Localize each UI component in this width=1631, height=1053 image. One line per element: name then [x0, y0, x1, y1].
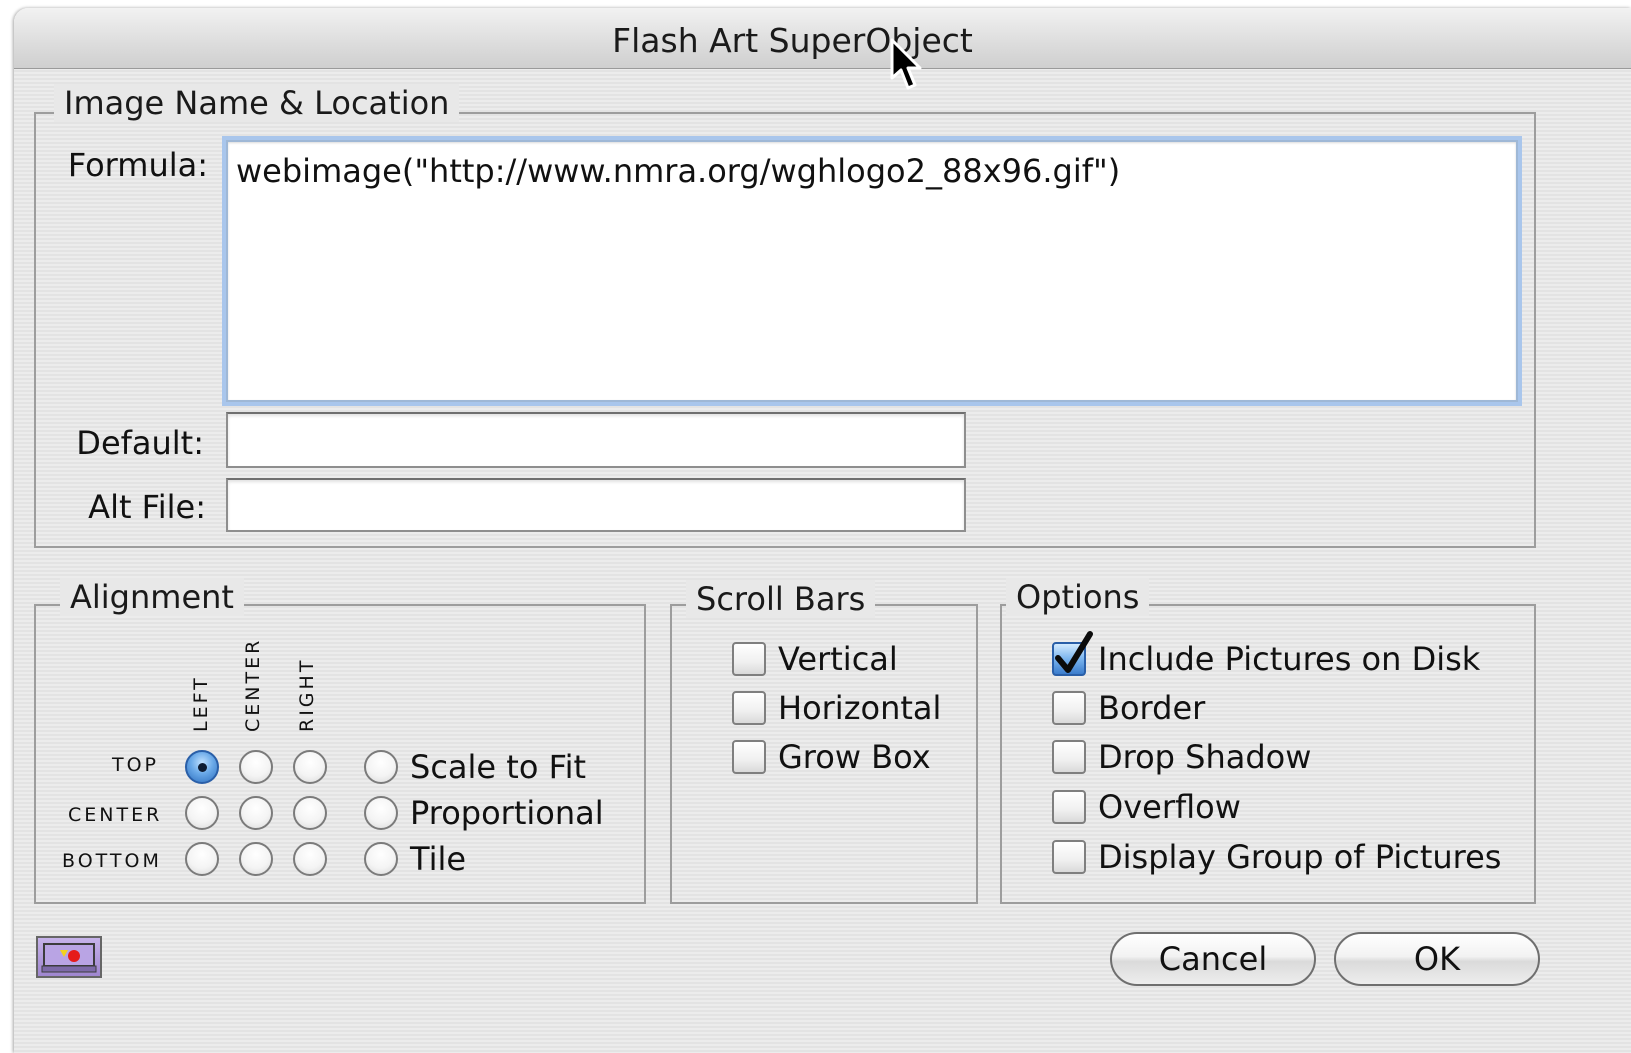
include-pictures-checkbox[interactable] [1052, 631, 1093, 676]
formula-label: Formula: [67, 146, 208, 184]
align-center-left-radio[interactable] [185, 796, 219, 830]
drop-shadow-label[interactable]: Drop Shadow [1098, 738, 1311, 776]
window-title: Flash Art SuperObject [612, 21, 973, 60]
tile-radio[interactable] [364, 842, 398, 876]
alignment-title: Alignment [60, 578, 244, 616]
tile-label[interactable]: Tile [410, 840, 466, 878]
altfile-label: Alt File: [88, 488, 206, 526]
picture-icon-graphic [41, 943, 97, 973]
align-bottom-left-radio[interactable] [185, 842, 219, 876]
options-title: Options [1006, 578, 1150, 616]
default-label: Default: [76, 424, 204, 462]
display-group-checkbox[interactable] [1052, 840, 1086, 874]
default-field[interactable] [226, 412, 966, 468]
overflow-label[interactable]: Overflow [1098, 788, 1241, 826]
vertical-label[interactable]: Vertical [778, 640, 898, 678]
align-center-center-radio[interactable] [239, 796, 273, 830]
row-label-bottom: BOTTOM [62, 850, 162, 872]
column-label-center: CENTER [242, 637, 264, 732]
grow-box-label[interactable]: Grow Box [778, 738, 931, 776]
horizontal-checkbox[interactable] [732, 691, 766, 725]
horizontal-label[interactable]: Horizontal [778, 689, 941, 727]
vertical-checkbox[interactable] [732, 642, 766, 676]
include-pictures-label[interactable]: Include Pictures on Disk [1098, 640, 1480, 678]
title-bar[interactable]: Flash Art SuperObject [14, 8, 1631, 69]
arrow-cursor-icon [890, 38, 922, 90]
altfile-field[interactable] [226, 478, 966, 532]
row-label-top: TOP [112, 754, 160, 776]
column-label-right: RIGHT [296, 657, 318, 732]
dialog-window: Flash Art SuperObject Image Name & Locat… [14, 8, 1631, 1053]
grow-box-checkbox[interactable] [732, 740, 766, 774]
picture-icon[interactable] [36, 936, 102, 978]
scale-to-fit-label[interactable]: Scale to Fit [410, 748, 586, 786]
proportional-label[interactable]: Proportional [410, 794, 604, 832]
drop-shadow-checkbox[interactable] [1052, 740, 1086, 774]
formula-text: webimage("http://www.nmra.org/wghlogo2_8… [236, 152, 1121, 190]
formula-field[interactable]: webimage("http://www.nmra.org/wghlogo2_8… [226, 140, 1518, 402]
column-label-left: LEFT [190, 675, 212, 732]
align-bottom-center-radio[interactable] [239, 842, 273, 876]
border-label[interactable]: Border [1098, 689, 1205, 727]
align-top-right-radio[interactable] [293, 750, 327, 784]
scale-to-fit-radio[interactable] [364, 750, 398, 784]
align-bottom-right-radio[interactable] [293, 842, 327, 876]
scroll-bars-title: Scroll Bars [686, 580, 876, 618]
image-location-title: Image Name & Location [54, 84, 460, 122]
align-top-left-radio[interactable] [185, 750, 219, 784]
display-group-label[interactable]: Display Group of Pictures [1098, 838, 1501, 876]
proportional-radio[interactable] [364, 796, 398, 830]
align-center-right-radio[interactable] [293, 796, 327, 830]
row-label-center: CENTER [68, 804, 163, 826]
cancel-button[interactable]: Cancel [1110, 932, 1316, 986]
align-top-center-radio[interactable] [239, 750, 273, 784]
border-checkbox[interactable] [1052, 691, 1086, 725]
checkmark-icon [1055, 631, 1093, 673]
overflow-checkbox[interactable] [1052, 790, 1086, 824]
ok-button[interactable]: OK [1334, 932, 1540, 986]
